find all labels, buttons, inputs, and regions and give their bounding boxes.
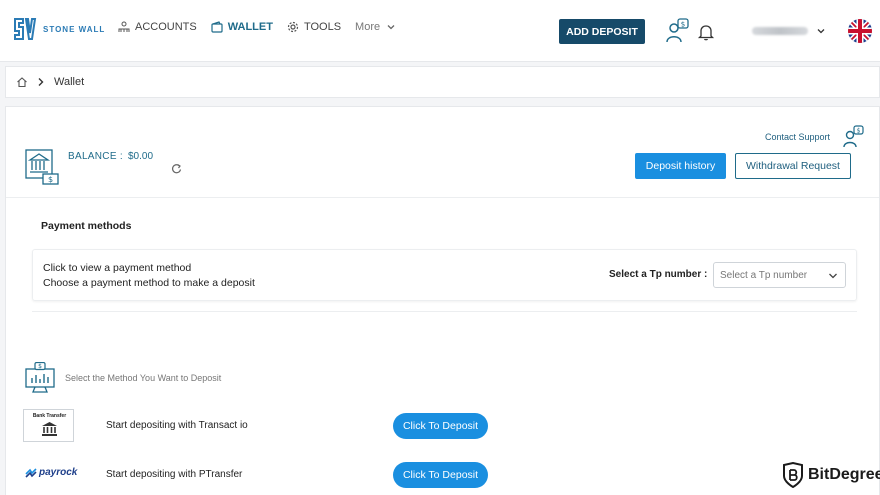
payrock-logo: payrock <box>25 467 77 478</box>
bitdegree-watermark-text: BitDegree <box>808 466 880 483</box>
top-navbar: STONE WALL ACCOUNTS WALLET TOOLS More AD… <box>0 0 880 62</box>
payment-methods-box: Click to view a payment method Choose a … <box>32 249 857 301</box>
payment-methods-hint-1: Click to view a payment method <box>43 262 192 274</box>
wallet-icon <box>211 21 223 33</box>
accounts-icon <box>118 21 130 32</box>
svg-text:$: $ <box>857 128 861 135</box>
nav-accounts[interactable]: ACCOUNTS <box>118 21 197 33</box>
uk-flag-icon[interactable] <box>848 19 872 43</box>
tools-gear-icon <box>287 21 299 33</box>
refresh-icon[interactable] <box>171 163 182 174</box>
chevron-down-icon <box>387 25 395 30</box>
divider <box>32 311 857 312</box>
method-row-text: Start depositing with Transact io <box>106 420 248 431</box>
svg-text:$: $ <box>681 21 685 29</box>
main-nav: ACCOUNTS WALLET TOOLS More <box>118 21 397 33</box>
breadcrumb: Wallet <box>5 66 880 98</box>
breadcrumb-current: Wallet <box>54 76 85 88</box>
add-deposit-button[interactable]: ADD DEPOSIT <box>559 19 645 44</box>
svg-text:$: $ <box>48 175 53 184</box>
tp-number-placeholder: Select a Tp number <box>720 270 808 281</box>
chevron-right-icon <box>38 78 44 86</box>
nav-tools[interactable]: TOOLS <box>287 21 341 33</box>
deposit-history-button[interactable]: Deposit history <box>635 153 726 179</box>
chevron-down-icon <box>829 273 837 279</box>
svg-text:$: $ <box>38 363 42 370</box>
nav-wallet-label: WALLET <box>227 21 273 33</box>
brand-logo[interactable]: STONE WALL <box>12 15 105 43</box>
nav-more-label: More <box>355 21 381 33</box>
nav-accounts-label: ACCOUNTS <box>135 21 197 33</box>
payment-methods-title: Payment methods <box>41 220 132 232</box>
bitdegree-watermark: BitDegree <box>782 462 880 488</box>
nav-tools-label: TOOLS <box>303 21 342 33</box>
bank-icon <box>42 422 57 436</box>
balance-label: BALANCE : <box>68 151 123 162</box>
contact-support-icon[interactable]: $ <box>842 125 864 149</box>
payment-methods-hint-2: Choose a payment method to make a deposi… <box>43 277 255 289</box>
user-menu-chevron-icon[interactable] <box>816 26 826 36</box>
brand-name: STONE WALL <box>43 24 106 34</box>
home-icon[interactable] <box>16 76 28 88</box>
payrock-logo-text: payrock <box>39 467 78 478</box>
balance-value: $0.00 <box>128 151 154 162</box>
bitdegree-shield-icon <box>783 462 803 488</box>
tp-number-label: Select a Tp number : <box>609 269 708 280</box>
deposit-method-heading: Select the Method You Want to Deposit <box>65 373 222 383</box>
divider <box>6 197 879 198</box>
bank-transfer-logo: Bank Transfer <box>23 409 74 442</box>
nav-more[interactable]: More <box>355 21 397 33</box>
nav-wallet[interactable]: WALLET <box>211 21 273 33</box>
tp-number-select[interactable]: Select a Tp number <box>713 262 846 288</box>
click-to-deposit-button[interactable]: Click To Deposit <box>393 413 488 439</box>
deposit-method-monitor-icon: $ <box>25 362 55 393</box>
wallet-panel: $ BALANCE : $0.00 Contact Support $ Depo… <box>5 106 880 495</box>
user-name-blurred[interactable] <box>752 27 808 35</box>
bank-transfer-logo-text: Bank Transfer <box>32 413 67 419</box>
method-row-text: Start depositing with PTransfer <box>106 469 243 480</box>
stonewall-logo-icon <box>14 18 37 40</box>
support-agent-icon[interactable]: $ <box>664 18 690 44</box>
payrock-mark-icon <box>25 467 37 478</box>
bank-balance-icon: $ <box>25 149 59 185</box>
withdrawal-request-button[interactable]: Withdrawal Request <box>735 153 851 179</box>
notification-bell-icon[interactable] <box>697 23 715 41</box>
click-to-deposit-button[interactable]: Click To Deposit <box>393 462 488 488</box>
contact-support-link[interactable]: Contact Support <box>765 132 830 142</box>
